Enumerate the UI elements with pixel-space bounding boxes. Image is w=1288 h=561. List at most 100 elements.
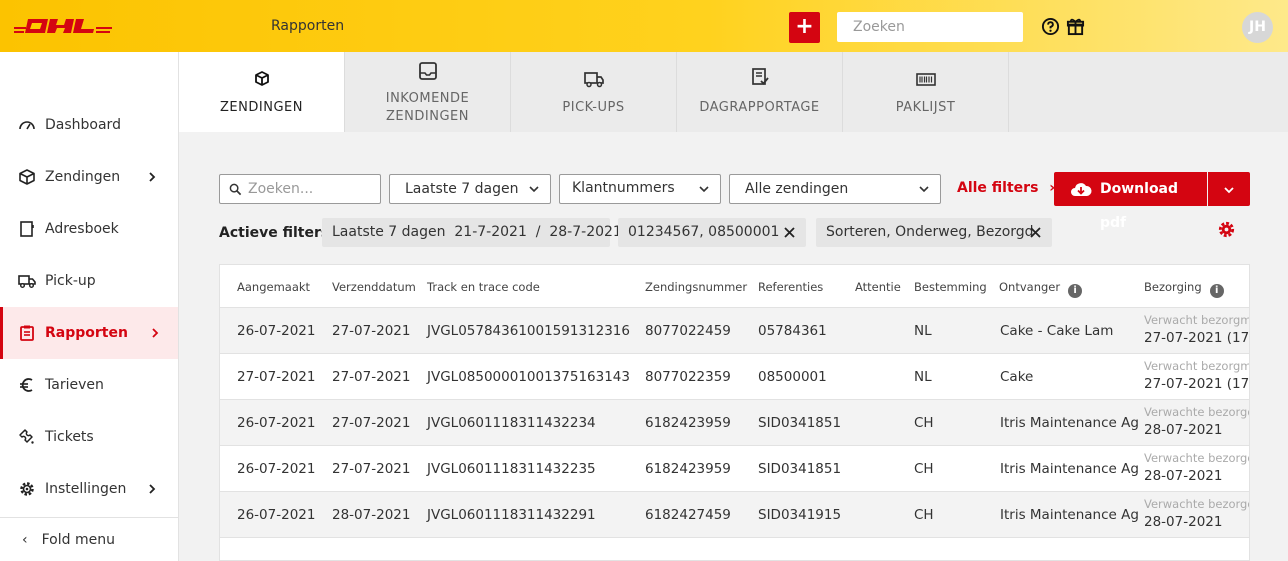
sidebar: Dashboard Zendingen Adresboek Pick-up Ra… (0, 52, 179, 561)
column-header[interactable]: Track en trace code (427, 280, 540, 294)
delivery-date: 28-07-2021 (1144, 468, 1223, 484)
cell-created: 26-07-2021 (237, 507, 316, 523)
truck-icon (18, 275, 36, 288)
tab-label: ZENDINGEN (220, 100, 303, 115)
sidebar-item-pick-up[interactable]: Pick-up (0, 255, 178, 307)
cell-reference: SID0341915 (758, 507, 842, 523)
delivery-status: Verwacht bezorgm (1144, 359, 1250, 373)
global-search-input[interactable] (837, 12, 1023, 42)
table-row[interactable]: 26-07-2021 28-07-2021 JVGL06011183114322… (220, 492, 1249, 538)
cell-track-trace[interactable]: JVGL08500001001375163143 (427, 369, 630, 385)
sidebar-item-rapporten[interactable]: Rapporten (0, 307, 178, 359)
cell-track-trace[interactable]: JVGL0601118311432235 (427, 461, 596, 477)
box-icon (254, 71, 269, 86)
period-select[interactable]: Laatste 7 dagen (389, 174, 551, 204)
chevron-right-icon (152, 328, 159, 338)
customer-number-select-value: Klantnummers (572, 180, 675, 196)
filter-chip-label: 01234567, 08500001 (628, 224, 780, 240)
chevron-down-icon (529, 186, 539, 193)
shipments-select[interactable]: Alle zendingen (729, 174, 941, 204)
sidebar-item-label: Tarieven (45, 377, 104, 393)
all-filters-link[interactable]: Alle filters › (957, 180, 1055, 196)
customer-number-select[interactable]: Klantnummers (559, 174, 721, 204)
cell-track-trace[interactable]: JVGL05784361001591312316 (427, 323, 630, 339)
download-options-button[interactable] (1208, 172, 1250, 206)
cell-reference: SID0341851 (758, 461, 842, 477)
gift-icon[interactable] (1066, 17, 1085, 36)
download-pdf-button[interactable]: Download pdf (1054, 172, 1207, 231)
table-row[interactable]: 27-07-2021 27-07-2021 JVGL08500001001375… (220, 354, 1250, 400)
cell-created: 26-07-2021 (237, 415, 316, 431)
sidebar-item-label: Pick-up (45, 273, 96, 289)
add-button[interactable]: + (789, 12, 820, 43)
search-icon (229, 183, 242, 196)
column-header[interactable]: Referenties (758, 280, 823, 294)
sidebar-item-dashboard[interactable]: Dashboard (0, 99, 178, 151)
table-row[interactable]: 26-07-2021 27-07-2021 JVGL05784361001591… (220, 308, 1250, 354)
column-header[interactable]: Bestemming (914, 280, 987, 294)
close-icon[interactable] (783, 226, 796, 239)
cell-destination: CH (914, 461, 934, 477)
cell-created: 26-07-2021 (237, 461, 316, 477)
tab-paklijst[interactable]: PAKLIJST (843, 52, 1009, 132)
cell-created: 27-07-2021 (237, 369, 316, 385)
chevron-down-icon (1224, 187, 1234, 194)
ticket-icon (19, 429, 34, 444)
euro-icon (20, 378, 33, 392)
cell-destination: NL (914, 369, 932, 385)
column-header[interactable]: Verzenddatum (332, 280, 416, 294)
report-icon (20, 325, 34, 341)
filter-chip-status: Sorteren, Onderweg, Bezorgd (816, 218, 1052, 247)
help-icon[interactable] (1041, 17, 1060, 36)
sidebar-item-tickets[interactable]: Tickets (0, 411, 178, 463)
tab-dagrapportage[interactable]: DAGRAPPORTAGE (677, 52, 843, 132)
cell-delivery: Verwachte bezorgd 28-07-2021 (1144, 404, 1249, 440)
tab-zendingen[interactable]: ZENDINGEN (179, 52, 345, 132)
fold-menu-button[interactable]: ‹ Fold menu (0, 517, 178, 561)
column-header-bezorging[interactable]: Bezorging i (1144, 280, 1224, 298)
column-header-label: Bezorging (1144, 280, 1202, 294)
delivery-status: Verwacht bezorgm (1144, 313, 1250, 327)
sidebar-item-label: Dashboard (45, 117, 121, 133)
user-avatar[interactable]: JH (1242, 12, 1273, 43)
cell-reference: 05784361 (758, 323, 827, 339)
filter-search-input[interactable]: Zoeken... (219, 174, 381, 204)
table-row[interactable]: 26-07-2021 27-07-2021 JVGL06011183114322… (220, 400, 1249, 446)
dhl-logo[interactable] (14, 15, 112, 37)
column-header[interactable]: Attentie (855, 280, 901, 294)
truck-icon (583, 72, 604, 88)
info-icon[interactable]: i (1068, 284, 1083, 298)
tab-label-line: ZENDINGEN (386, 109, 469, 124)
checklist-icon (751, 68, 769, 85)
sidebar-item-adresboek[interactable]: Adresboek (0, 203, 178, 255)
column-header-label: Ontvanger (999, 280, 1061, 294)
sidebar-item-tarieven[interactable]: Tarieven (0, 359, 178, 411)
gear-icon[interactable] (1217, 220, 1236, 239)
chevron-down-icon (919, 186, 929, 193)
column-header[interactable]: Zendingsnummer (645, 280, 747, 294)
gear-icon (20, 482, 34, 496)
info-icon[interactable]: i (1209, 284, 1224, 298)
top-header: Rapporten + JH (0, 0, 1288, 52)
cell-track-trace[interactable]: JVGL0601118311432291 (427, 507, 596, 523)
box-icon (19, 169, 35, 185)
column-header[interactable]: Aangemaakt (237, 280, 310, 294)
tab-pick-ups[interactable]: PICK-UPS (511, 52, 677, 132)
cell-ship-date: 27-07-2021 (332, 415, 411, 431)
sidebar-item-label: Tickets (45, 429, 94, 445)
sidebar-item-instellingen[interactable]: Instellingen (0, 463, 178, 515)
sidebar-item-label: Zendingen (45, 169, 121, 185)
cell-recipient: Itris Maintenance Ag (1000, 415, 1139, 431)
cell-shipment-number: 8077022359 (645, 369, 731, 385)
tab-inkomende-zendingen[interactable]: INKOMENDE ZENDINGEN (345, 52, 511, 132)
cell-track-trace[interactable]: JVGL0601118311432234 (427, 415, 596, 431)
cell-ship-date: 27-07-2021 (332, 323, 411, 339)
sidebar-item-zendingen[interactable]: Zendingen (0, 151, 178, 203)
filter-chip-label: Laatste 7 dagen 21-7-2021 / 28-7-2021 (332, 224, 622, 240)
column-header-ontvanger[interactable]: Ontvanger i (999, 280, 1083, 298)
table-row[interactable]: 26-07-2021 27-07-2021 JVGL06011183114322… (220, 446, 1249, 492)
filter-chip-period: Laatste 7 dagen 21-7-2021 / 28-7-2021 (322, 218, 622, 247)
close-icon[interactable] (1029, 226, 1042, 239)
inbox-icon (418, 62, 437, 80)
chevron-right-icon (149, 484, 156, 494)
